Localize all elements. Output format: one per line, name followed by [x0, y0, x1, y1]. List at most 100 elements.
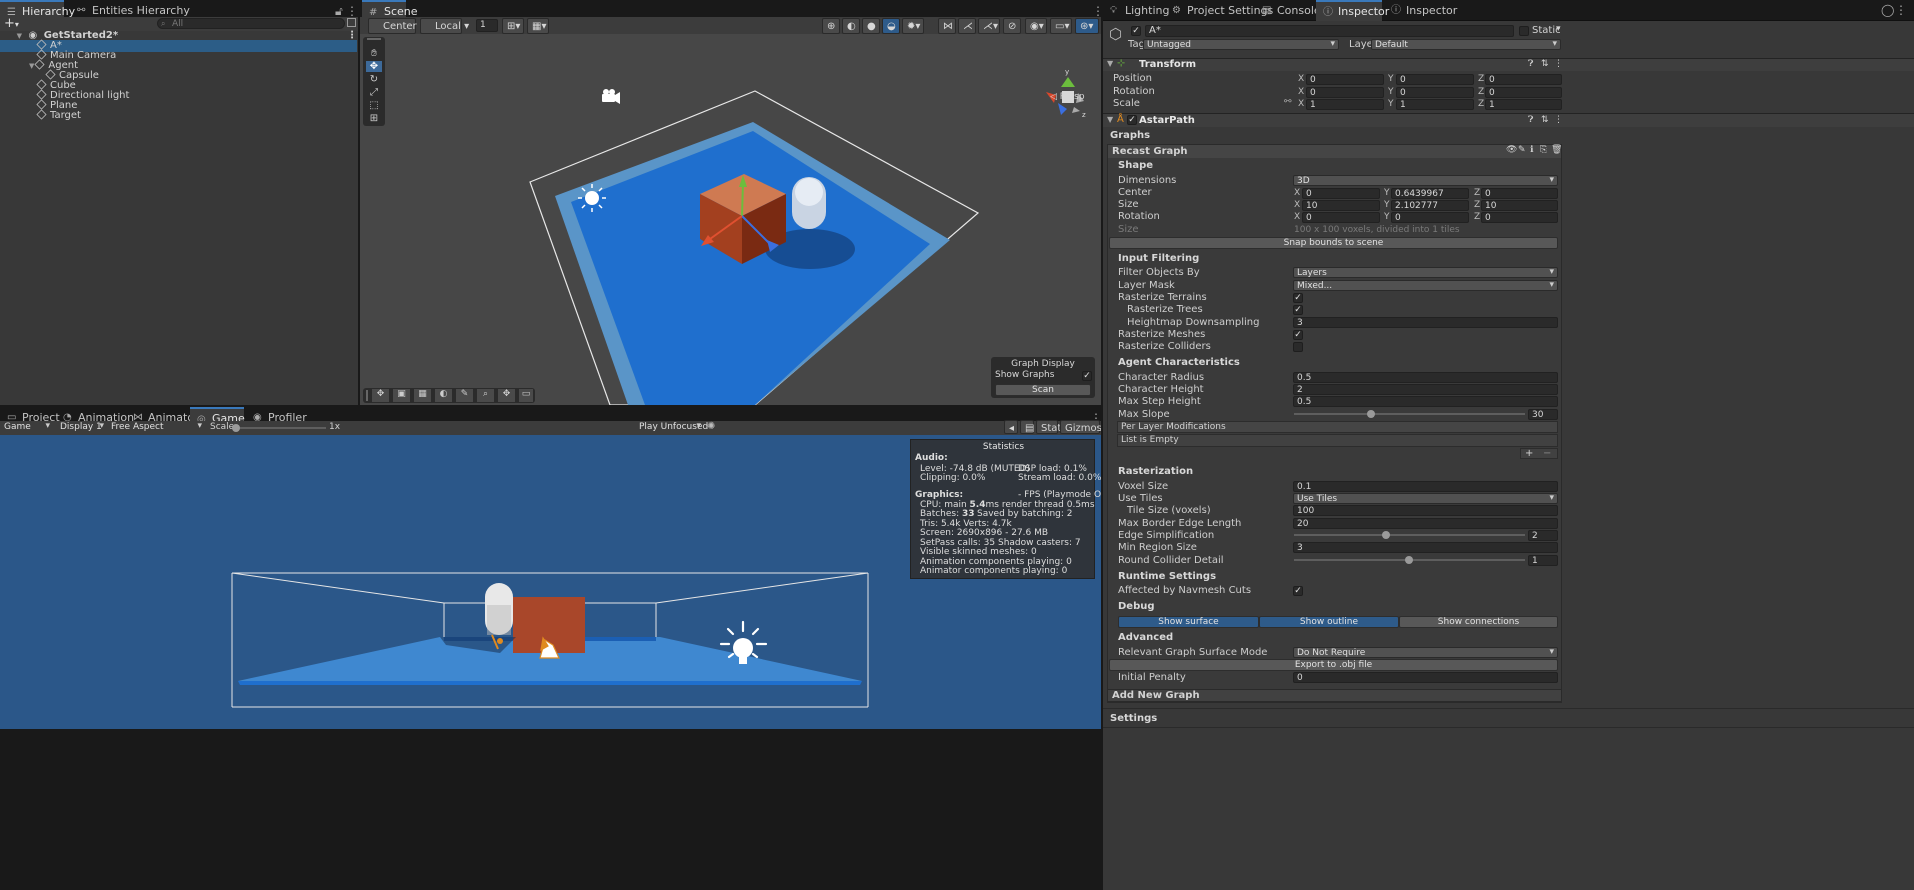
- scale-tool-icon[interactable]: ⤢: [366, 87, 382, 98]
- navmesh-cuts-checkbox[interactable]: ✓: [1293, 586, 1303, 596]
- rotation-z-field[interactable]: 0: [1485, 87, 1562, 98]
- move-tool-icon[interactable]: ✥: [366, 61, 382, 72]
- relevant-surface-dropdown[interactable]: Do Not Require: [1293, 647, 1558, 658]
- transform-header[interactable]: ▼ ⊹ Transform ❓︎ ⇅ ⋮: [1103, 58, 1914, 71]
- audio-toggle-icon[interactable]: ⋈: [938, 18, 956, 34]
- show-connections-button[interactable]: Show connections: [1399, 616, 1558, 628]
- use-tiles-dropdown[interactable]: Use Tiles: [1293, 493, 1558, 504]
- delete-icon[interactable]: 🗑︎: [1551, 145, 1562, 155]
- tab-lighting[interactable]: 💡︎ Lighting: [1103, 0, 1169, 21]
- position-y-field[interactable]: 0: [1396, 74, 1474, 85]
- scene-visibility-icon[interactable]: ⊘: [1003, 18, 1021, 34]
- layer-mask-dropdown[interactable]: Mixed...: [1293, 280, 1558, 291]
- zoom-icon[interactable]: ⌕: [477, 389, 494, 402]
- tab-inspector[interactable]: ⓘ Inspector: [1316, 0, 1389, 21]
- graph-rotation-y-field[interactable]: 0: [1391, 212, 1469, 223]
- move-grid-icon[interactable]: ✥: [372, 389, 389, 402]
- scale-z-field[interactable]: 1: [1485, 99, 1562, 110]
- space-local-dropdown[interactable]: Local ▾: [420, 18, 469, 34]
- grid-snap-input[interactable]: 1: [476, 19, 498, 32]
- shortcuts-icon[interactable]: ▤: [1020, 420, 1034, 434]
- presets-icon[interactable]: ⇅: [1541, 59, 1549, 69]
- max-border-field[interactable]: 20: [1293, 518, 1558, 529]
- rect-tool-icon[interactable]: ⬚: [366, 100, 382, 111]
- bug-icon[interactable]: ✺: [707, 421, 715, 432]
- astarpath-header[interactable]: ▼ Å ✓ AstarPath ❓︎ ⇅ ⋮: [1103, 114, 1914, 127]
- camera-settings-dropdown[interactable]: ▭▾: [1050, 18, 1072, 34]
- settings-heading[interactable]: Settings: [1110, 713, 1157, 724]
- remove-item-icon[interactable]: −: [1543, 449, 1551, 459]
- edit-icon[interactable]: ✎: [1518, 145, 1526, 155]
- vertical-splitter[interactable]: [358, 0, 360, 406]
- foldout-arrow-icon[interactable]: ▼: [1107, 59, 1113, 68]
- shading-icon[interactable]: ◐: [435, 389, 452, 402]
- character-height-field[interactable]: 2: [1293, 384, 1558, 395]
- dimensions-dropdown[interactable]: 3D: [1293, 175, 1558, 186]
- add-button[interactable]: +▾: [4, 16, 19, 31]
- edge-simplification-knob[interactable]: [1382, 531, 1390, 539]
- game-viewport[interactable]: Statistics Audio: Level: -74.8 dB (MUTED…: [0, 435, 1101, 729]
- info-icon[interactable]: ℹ: [1530, 145, 1533, 155]
- effects-dropdown[interactable]: ⋌▾: [978, 18, 1000, 34]
- filter-icon[interactable]: [347, 18, 356, 27]
- scene-viewport[interactable]: y z ◁ Persp ✋︎ ✥ ↻ ⤢ ⬚ ⊞ ✥ ▣ ▦ ◐ ✎ ⌕ ✥ ▭…: [360, 34, 1101, 405]
- scan-button[interactable]: Scan: [995, 384, 1091, 396]
- show-outline-button[interactable]: Show outline: [1259, 616, 1399, 628]
- lock-icon[interactable]: ◯: [1881, 3, 1894, 17]
- max-slope-field[interactable]: 30: [1528, 409, 1558, 420]
- expand-arrow-icon[interactable]: ▼: [29, 62, 34, 70]
- mute-audio-icon[interactable]: ◂: [1004, 420, 1018, 434]
- add-new-graph-button[interactable]: Add New Graph: [1107, 689, 1562, 702]
- hierarchy-search-input[interactable]: ⌕ All: [157, 18, 345, 29]
- active-checkbox[interactable]: ✓: [1131, 26, 1141, 36]
- 2d-toggle-icon[interactable]: ◒: [882, 18, 900, 34]
- help-icon[interactable]: ❓︎: [1528, 115, 1533, 125]
- tile-size-field[interactable]: 100: [1293, 505, 1558, 516]
- component-more-icon[interactable]: ⋮: [1554, 115, 1563, 125]
- hierarchy-item-target[interactable]: Target: [0, 109, 357, 122]
- position-z-field[interactable]: 0: [1485, 74, 1562, 85]
- vertical-splitter-right[interactable]: [1101, 0, 1103, 890]
- rasterize-terrains-checkbox[interactable]: ✓: [1293, 293, 1303, 303]
- stats-button[interactable]: Stats: [1036, 420, 1067, 434]
- shaded-icon[interactable]: ◐: [842, 18, 860, 34]
- show-graphs-checkbox[interactable]: ✓: [1082, 371, 1092, 381]
- scale-slider-track[interactable]: [236, 427, 326, 429]
- help-icon[interactable]: ❓︎: [1528, 59, 1533, 69]
- pivot-center-dropdown[interactable]: Center ▾: [368, 18, 425, 34]
- snap-bounds-button[interactable]: Snap bounds to scene: [1109, 237, 1558, 249]
- presets-icon[interactable]: ⇅: [1541, 115, 1549, 125]
- camera-icon[interactable]: ▭: [519, 389, 533, 402]
- edge-simplification-track[interactable]: [1294, 534, 1525, 536]
- tab-inspector-2[interactable]: ⓘ Inspector: [1384, 0, 1457, 21]
- toolbar-grip[interactable]: [366, 390, 368, 401]
- astarpath-enabled-checkbox[interactable]: ✓: [1127, 115, 1137, 125]
- heightmap-field[interactable]: 3: [1293, 317, 1558, 328]
- round-collider-knob[interactable]: [1405, 556, 1413, 564]
- center-y-field[interactable]: 0.6439967: [1391, 188, 1469, 199]
- eye-icon[interactable]: 👁︎: [1506, 145, 1517, 155]
- size-z-field[interactable]: 10: [1481, 200, 1558, 211]
- scale-y-field[interactable]: 1: [1396, 99, 1474, 110]
- max-step-height-field[interactable]: 0.5: [1293, 396, 1558, 407]
- constrain-proportions-icon[interactable]: ⚯: [1284, 97, 1292, 107]
- rotate-tool-icon[interactable]: ↻: [366, 74, 382, 85]
- scale-slider-knob[interactable]: [232, 424, 240, 432]
- initial-penalty-field[interactable]: 0: [1293, 672, 1558, 683]
- draw-mode-icon[interactable]: ⊕: [822, 18, 840, 34]
- tag-dropdown[interactable]: Untagged: [1143, 39, 1339, 50]
- grid-icon[interactable]: ▦: [414, 389, 431, 402]
- game-view-dropdown[interactable]: Game: [1, 421, 53, 433]
- graph-rotation-x-field[interactable]: 0: [1302, 212, 1380, 223]
- recast-graph-header[interactable]: Recast Graph 👁︎ ✎ ℹ ⎘ 🗑︎: [1108, 145, 1562, 158]
- export-obj-button[interactable]: Export to .obj file: [1109, 659, 1558, 671]
- per-layer-header[interactable]: Per Layer Modifications: [1117, 421, 1558, 433]
- filter-objects-dropdown[interactable]: Layers: [1293, 267, 1558, 278]
- scale-x-field[interactable]: 1: [1306, 99, 1384, 110]
- rotation-y-field[interactable]: 0: [1396, 87, 1474, 98]
- display-dropdown[interactable]: Display 1: [57, 421, 107, 433]
- static-checkbox[interactable]: [1519, 26, 1529, 36]
- layer-dropdown[interactable]: Default: [1371, 39, 1561, 50]
- copy-icon[interactable]: ⎘: [1540, 145, 1547, 155]
- more-options-icon[interactable]: ⋮: [346, 4, 358, 18]
